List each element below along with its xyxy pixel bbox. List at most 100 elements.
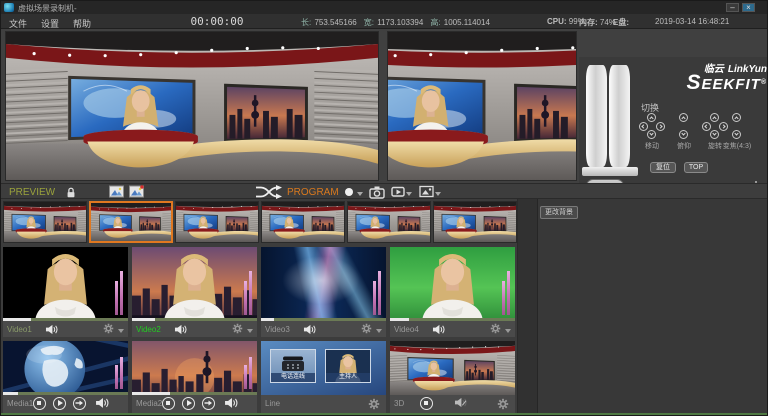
record-icon[interactable] [345, 188, 353, 196]
dpad-0-left-button[interactable] [639, 122, 648, 131]
right-chevron-icon [721, 124, 725, 128]
video-source-video3[interactable]: Video3 [261, 247, 386, 337]
tbar-handle-left[interactable] [586, 65, 607, 167]
memory-label: 内存: [579, 18, 598, 27]
media-source-media2[interactable]: Media2 [132, 341, 257, 413]
scene-shot-3[interactable] [261, 201, 345, 243]
speaker-muted-icon[interactable] [454, 397, 467, 410]
host-box[interactable]: 主持人 [325, 349, 371, 383]
down-chevron-icon [734, 131, 738, 135]
phone-call-box[interactable]: 电话连线 [270, 349, 316, 383]
host-label: 主持人 [326, 373, 370, 382]
dpad-1-up-button[interactable] [679, 113, 688, 122]
loop-button[interactable] [202, 397, 215, 410]
video-thumbnail-3[interactable] [390, 247, 515, 321]
scene-shot-2[interactable] [175, 201, 259, 243]
close-button[interactable]: × [742, 3, 755, 12]
speaker-icon[interactable] [224, 397, 238, 411]
loop-button[interactable] [73, 397, 86, 410]
video-label: Video4 [394, 325, 419, 334]
memory-usage: 内存: 74% [579, 17, 616, 28]
media-thumbnail-2[interactable]: 电话连线 主持人 [261, 341, 386, 395]
timer-display: 00:00:00 [189, 15, 245, 28]
stop-button[interactable] [420, 397, 433, 410]
dpad-1-down-button[interactable] [679, 130, 688, 139]
dpad-3-down-button[interactable] [732, 130, 741, 139]
gear-icon[interactable] [103, 323, 114, 336]
stop-button[interactable] [162, 397, 175, 410]
dpad-0-up-button[interactable] [647, 113, 656, 122]
media-thumbnail-3[interactable] [390, 341, 515, 395]
scene-shot-0[interactable] [3, 201, 87, 243]
gear-caret[interactable] [376, 329, 382, 333]
reset-button[interactable]: 复位 [650, 162, 676, 173]
gear-icon[interactable] [490, 323, 501, 336]
dpad-label-0: 移动 [645, 141, 659, 151]
gear-icon[interactable] [361, 323, 372, 336]
top-button[interactable]: TOP [684, 162, 708, 173]
video-source-video4[interactable]: Video4 [390, 247, 515, 337]
media-source-3d[interactable]: 3D [390, 341, 515, 413]
dpad-2-down-button[interactable] [710, 130, 719, 139]
play-button[interactable] [53, 397, 66, 410]
video-source-video2[interactable]: Video2 [132, 247, 257, 337]
dpad-2-left-button[interactable] [702, 122, 711, 131]
media-controls [33, 397, 109, 411]
scene-shot-4[interactable] [347, 201, 431, 243]
stop-button[interactable] [33, 397, 46, 410]
down-chevron-icon [649, 131, 653, 135]
up-chevron-icon [734, 116, 738, 120]
down-chevron-icon [681, 131, 685, 135]
gear-icon[interactable] [368, 398, 380, 412]
video-label: Video2 [136, 325, 161, 334]
dimension-1: 宽: 1173.103394 [364, 18, 424, 27]
phone-call-label: 电话连线 [271, 373, 315, 382]
media-thumbnail-1[interactable] [132, 341, 257, 395]
media-source-line[interactable]: 电话连线 主持人Line [261, 341, 386, 413]
scene-shot-1[interactable] [89, 201, 173, 243]
dpad-2-up-button[interactable] [710, 113, 719, 122]
gear-icon[interactable] [497, 398, 509, 412]
gear-caret[interactable] [118, 329, 124, 333]
stream-caret[interactable] [406, 192, 412, 196]
video-thumbnail-1[interactable] [132, 247, 257, 321]
video-source-video1[interactable]: Video1 [3, 247, 128, 337]
speaker-icon[interactable] [95, 397, 109, 411]
change-background-button[interactable]: 更改背景 [540, 206, 578, 219]
record-caret[interactable] [357, 192, 363, 196]
media-label: 3D [394, 399, 404, 408]
media-thumbnail-0[interactable] [3, 341, 128, 395]
tbar-handle-right[interactable] [609, 65, 630, 167]
up-chevron-icon [712, 116, 716, 120]
speaker-icon[interactable] [303, 324, 316, 337]
image-caret[interactable] [435, 192, 441, 196]
brand-reg: ® [761, 79, 767, 86]
dpad-0-down-button[interactable] [647, 130, 656, 139]
minimize-button[interactable]: – [726, 3, 739, 12]
video-label-bar: Video4 [390, 321, 515, 337]
media-label: Media1 [7, 399, 33, 408]
gear-icon[interactable] [232, 323, 243, 336]
gear-caret[interactable] [247, 329, 253, 333]
speaker-icon[interactable] [45, 324, 58, 337]
dpad-2-right-button[interactable] [719, 122, 728, 131]
media-source-media1[interactable]: Media1 [3, 341, 128, 413]
dimension-0: 长: 753.545166 [301, 18, 357, 27]
video-label: Video3 [265, 325, 290, 334]
up-chevron-icon [681, 116, 685, 120]
play-button[interactable] [182, 397, 195, 410]
video-thumbnail-0[interactable] [3, 247, 128, 321]
scene-shot-5[interactable] [433, 201, 517, 243]
video-thumbnail-2[interactable] [261, 247, 386, 321]
dpad-0-right-button[interactable] [656, 122, 665, 131]
media-label: Media2 [136, 399, 162, 408]
video-label: Video1 [7, 325, 32, 334]
window-title: 虚拟场景录制机- [18, 3, 77, 14]
speaker-icon[interactable] [432, 324, 445, 337]
audio-meter [244, 269, 252, 315]
disk-usage: E盘: [613, 17, 629, 28]
audio-meter [115, 355, 123, 389]
speaker-icon[interactable] [174, 324, 187, 337]
dpad-3-up-button[interactable] [732, 113, 741, 122]
gear-caret[interactable] [505, 329, 511, 333]
